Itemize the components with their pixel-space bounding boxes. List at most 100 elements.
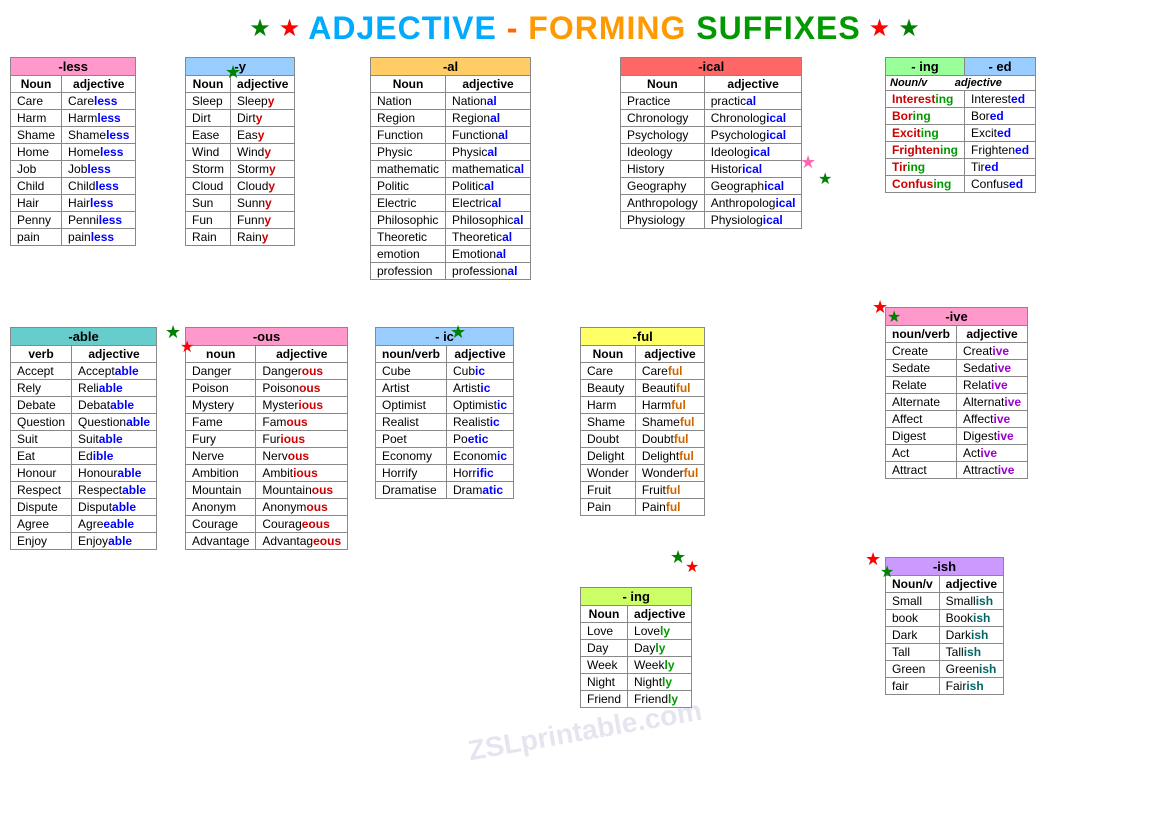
ic-col1: noun/verb <box>376 346 447 363</box>
table-row: CreateCreative <box>886 343 1028 360</box>
table-row: BeautyBeautiful <box>581 380 705 397</box>
table-row: emotionEmotional <box>371 246 531 263</box>
y-table: -y Nounadjective SleepSleepy DirtDirty E… <box>185 57 295 246</box>
ive-table: -ive noun/verbadjective CreateCreative S… <box>885 307 1028 479</box>
table-row: OptimistOptimistic <box>376 397 514 414</box>
table-row: AnonymAnonymous <box>186 499 348 516</box>
table-row: FameFamous <box>186 414 348 431</box>
title-adjective: ADJECTIVE <box>308 10 497 46</box>
less-col2: adjective <box>62 76 136 93</box>
table-row: SmallSmallish <box>886 593 1004 610</box>
ful-col2: adjective <box>635 346 704 363</box>
table-row: DelightDelightful <box>581 448 705 465</box>
table-row: RegionRegional <box>371 110 531 127</box>
table-row: AlternateAlternative <box>886 394 1028 411</box>
table-row: NationNational <box>371 93 531 110</box>
table-row: DayDayly <box>581 640 692 657</box>
star-deco-2: ★ <box>165 322 181 343</box>
table-row: FriendFriendly <box>581 691 692 708</box>
ical-table: -ical Nounadjective Practicepractical Ch… <box>620 57 802 229</box>
table-row: HarmHarmful <box>581 397 705 414</box>
table-row: ExcitingExcited <box>886 125 1036 142</box>
table-row: PsychologyPsychological <box>621 127 802 144</box>
table-row: WeekWeekly <box>581 657 692 674</box>
table-row: ConfusingConfused <box>886 176 1036 193</box>
table-row: DisputeDisputable <box>11 499 157 516</box>
table-row: SunSunny <box>186 195 295 212</box>
table-row: Practicepractical <box>621 93 802 110</box>
table-row: NightNightly <box>581 674 692 691</box>
table-row: EconomyEconomic <box>376 448 514 465</box>
table-row: DramatiseDramatic <box>376 482 514 499</box>
less-col1: Noun <box>11 76 62 93</box>
table-row: LoveLovely <box>581 623 692 640</box>
ous-section: -ous nounadjective DangerDangerous Poiso… <box>185 327 348 550</box>
table-row: GeographyGeographical <box>621 178 802 195</box>
star-red-right: ★ <box>869 14 891 43</box>
table-row: IdeologyIdeological <box>621 144 802 161</box>
al-col1: Noun <box>371 76 446 93</box>
less-table: -less Nounadjective CareCareless HarmHar… <box>10 57 136 246</box>
ish-header: -ish <box>886 558 1004 576</box>
ical-col1: Noun <box>621 76 705 93</box>
table-row: TiringTired <box>886 159 1036 176</box>
ing2-table: - ing Nounadjective LoveLovely DayDayly … <box>580 587 692 708</box>
ing-ed-section: - ing - ed Noun/v adjective InterestingI… <box>885 57 1036 193</box>
table-row: DirtDirty <box>186 110 295 127</box>
table-row: AmbitionAmbitious <box>186 465 348 482</box>
table-row: mathematicmathematical <box>371 161 531 178</box>
ing2-col1: Noun <box>581 606 628 623</box>
table-row: StormStormy <box>186 161 295 178</box>
star-green-right: ★ <box>898 14 920 43</box>
table-row: PhysicPhysical <box>371 144 531 161</box>
star-green-left: ★ <box>249 14 271 43</box>
table-row: ChildChildless <box>11 178 136 195</box>
table-row: NerveNervous <box>186 448 348 465</box>
page: ★ ★ ADJECTIVE - FORMING SUFFIXES ★ ★ -le… <box>0 0 1169 827</box>
title-dash: - <box>497 10 528 46</box>
table-row: FrighteningFrightened <box>886 142 1036 159</box>
table-row: FuryFurious <box>186 431 348 448</box>
table-row: DangerDangerous <box>186 363 348 380</box>
table-row: FunctionFunctional <box>371 127 531 144</box>
table-row: MountainMountainous <box>186 482 348 499</box>
ic-header: - ic <box>376 328 514 346</box>
ive-col2: adjective <box>957 326 1028 343</box>
table-row: RelyReliable <box>11 380 157 397</box>
table-row: PoetPoetic <box>376 431 514 448</box>
table-row: professionprofessional <box>371 263 531 280</box>
ing2-header: - ing <box>581 588 692 606</box>
table-row: CareCareful <box>581 363 705 380</box>
table-row: ArtistArtistic <box>376 380 514 397</box>
table-row: AcceptAcceptable <box>11 363 157 380</box>
table-row: AgreeAgreeable <box>11 516 157 533</box>
table-row: InterestingInterested <box>886 91 1036 108</box>
table-row: TallTallish <box>886 644 1004 661</box>
star-red-left: ★ <box>279 14 301 43</box>
ful-table: -ful Nounadjective CareCareful BeautyBea… <box>580 327 705 516</box>
able-col1: verb <box>11 346 72 363</box>
table-row: SleepSleepy <box>186 93 295 110</box>
ing-ed-subheader: Noun/v adjective <box>886 76 1036 91</box>
ive-col1: noun/verb <box>886 326 957 343</box>
table-row: SedateSedative <box>886 360 1028 377</box>
star-deco-10: ★ <box>685 557 699 577</box>
less-section: -less Nounadjective CareCareless HarmHar… <box>10 57 136 246</box>
able-header: -able <box>11 328 157 346</box>
star-deco-6: ★ <box>818 169 832 189</box>
table-row: MysteryMysterious <box>186 397 348 414</box>
ical-header: -ical <box>621 58 802 76</box>
title: ADJECTIVE - FORMING SUFFIXES <box>308 10 860 47</box>
star-deco-9: ★ <box>670 547 686 568</box>
ical-section: -ical Nounadjective Practicepractical Ch… <box>620 57 802 229</box>
table-row: GreenGreenish <box>886 661 1004 678</box>
table-row: TheoreticTheoretical <box>371 229 531 246</box>
star-deco-7: ★ <box>872 297 888 318</box>
y-section: -y Nounadjective SleepSleepy DirtDirty E… <box>185 57 295 246</box>
ing2-col2: adjective <box>628 606 692 623</box>
table-row: PoisonPoisonous <box>186 380 348 397</box>
star-deco-3: ★ <box>180 337 194 357</box>
table-row: ShameShameful <box>581 414 705 431</box>
star-deco-12: ★ <box>880 562 894 582</box>
table-row: EnjoyEnjoyable <box>11 533 157 550</box>
